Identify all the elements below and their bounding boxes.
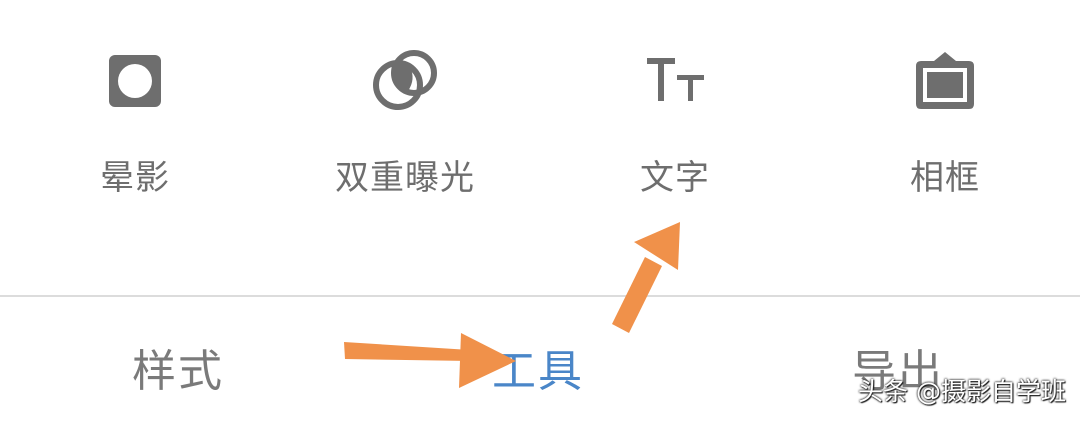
annotation-arrows: [344, 222, 680, 388]
arrow-to-tools-tab: [344, 333, 516, 388]
watermark: 头条 @摄影自学班: [858, 377, 1066, 406]
arrow-to-text-tool: [612, 222, 680, 333]
